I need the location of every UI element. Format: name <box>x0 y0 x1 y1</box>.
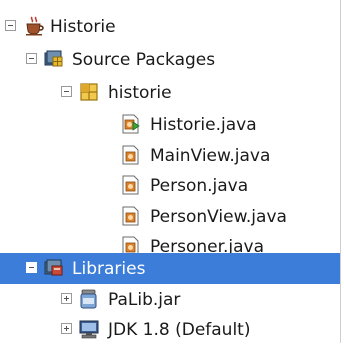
tree-node-label: Person.java <box>150 176 249 196</box>
tree-node-historie-package[interactable]: historie <box>0 78 340 108</box>
tree-node-label: Historie.java <box>150 115 257 135</box>
tree-node-label: JDK 1.8 (Default) <box>108 320 251 340</box>
tree-node-source-packages[interactable]: Source Packages <box>0 45 340 75</box>
project-tree: Historie Source Packages historie Histor… <box>0 0 341 343</box>
tree-node-jdk[interactable]: JDK 1.8 (Default) <box>0 315 340 345</box>
collapse-toggle[interactable] <box>26 53 37 64</box>
tree-node-label: PaLib.jar <box>108 290 181 310</box>
tree-node-libraries[interactable]: Libraries <box>0 253 340 284</box>
tree-node-label: Source Packages <box>72 50 216 70</box>
collapse-toggle[interactable] <box>26 262 37 273</box>
source-packages-icon <box>44 49 64 69</box>
tree-node-person-java[interactable]: Person.java <box>0 171 340 201</box>
libraries-icon <box>44 258 64 278</box>
tree-node-label: PersonView.java <box>150 207 287 227</box>
jdk-platform-icon <box>79 319 99 339</box>
tree-node-palib-jar[interactable]: PaLib.jar <box>0 285 340 315</box>
collapse-toggle[interactable] <box>5 20 16 31</box>
package-icon <box>79 82 99 102</box>
tree-node-historie-java[interactable]: Historie.java <box>0 110 340 140</box>
tree-node-label: historie <box>108 83 172 103</box>
java-file-icon <box>121 175 141 195</box>
jar-file-icon <box>79 289 99 309</box>
tree-node-mainview-java[interactable]: MainView.java <box>0 141 340 171</box>
main-class-java-file-icon <box>121 114 141 134</box>
tree-node-label: Historie <box>50 17 116 37</box>
tree-node-label: MainView.java <box>150 146 271 166</box>
java-file-icon <box>121 206 141 226</box>
expand-toggle[interactable] <box>61 293 72 304</box>
project-coffee-cup-icon <box>24 16 44 36</box>
tree-node-historie-project[interactable]: Historie <box>0 12 340 42</box>
java-file-icon <box>121 145 141 165</box>
collapse-toggle[interactable] <box>61 86 72 97</box>
tree-node-label: Libraries <box>72 259 146 279</box>
tree-node-personview-java[interactable]: PersonView.java <box>0 202 340 232</box>
expand-toggle[interactable] <box>61 323 72 334</box>
